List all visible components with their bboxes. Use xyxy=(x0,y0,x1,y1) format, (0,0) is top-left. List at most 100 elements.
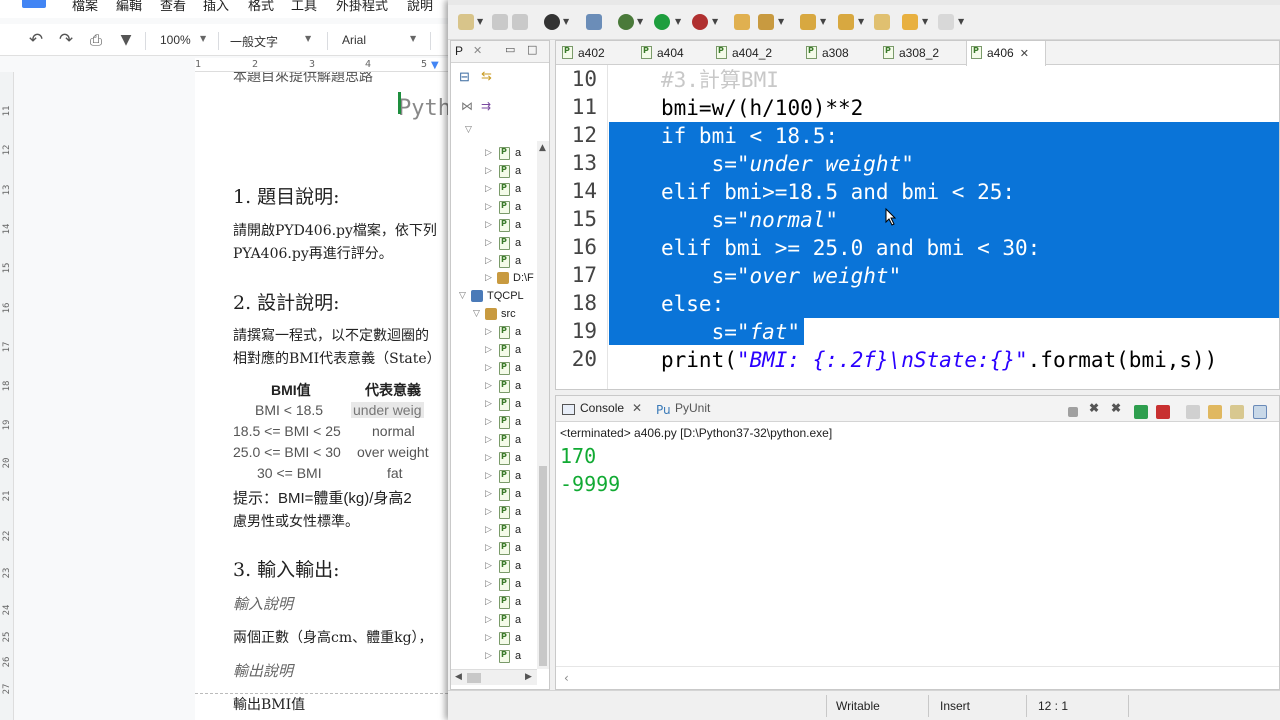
user-icon[interactable] xyxy=(544,14,560,30)
expand-arrow-icon[interactable]: ▷ xyxy=(485,166,492,176)
back-dropdown-icon[interactable]: ▼ xyxy=(922,17,928,26)
scroll-left-icon[interactable]: ◀ xyxy=(455,672,462,682)
expand-arrow-icon[interactable]: ▷ xyxy=(485,561,492,571)
tree-file-item[interactable]: ▷a xyxy=(451,486,537,504)
expand-arrow-icon[interactable]: ▷ xyxy=(485,417,492,427)
clear-console-icon[interactable] xyxy=(1186,405,1200,419)
tab-console[interactable]: Console xyxy=(580,401,624,415)
tree-file-item[interactable]: ▷a xyxy=(451,594,537,612)
expand-arrow-icon[interactable]: ▷ xyxy=(485,220,492,230)
next-annotation-icon[interactable] xyxy=(800,14,816,30)
tree-file-item[interactable]: ▷a xyxy=(451,324,537,342)
coverage-icon[interactable] xyxy=(692,14,708,30)
close-tab-icon[interactable]: ✕ xyxy=(1020,47,1029,60)
stop-icon[interactable] xyxy=(1156,405,1170,419)
tab-a308[interactable]: a308 xyxy=(802,41,872,65)
tab-package-explorer[interactable]: P xyxy=(455,44,463,58)
tree-file-item[interactable]: ▷a xyxy=(451,145,537,163)
font-select[interactable]: Arial xyxy=(342,33,366,47)
close-icon[interactable]: ✕ xyxy=(473,44,482,57)
expand-arrow-icon[interactable]: ▷ xyxy=(485,184,492,194)
expand-arrow-icon[interactable]: ▷ xyxy=(485,238,492,248)
collapse-all-icon[interactable]: ⊟ xyxy=(459,69,470,87)
expand-arrow-icon[interactable]: ▷ xyxy=(485,453,492,463)
tree-file-item[interactable]: ▷a xyxy=(451,612,537,630)
table-cell-selected[interactable]: under weig xyxy=(351,402,424,418)
tools-icon[interactable] xyxy=(758,14,774,30)
new-dropdown-icon[interactable]: ▼ xyxy=(477,17,483,26)
tree-project-item[interactable]: ▽ TQCPL xyxy=(451,288,537,306)
tree-file-item[interactable]: ▷a xyxy=(451,504,537,522)
indent-marker-icon[interactable]: ▼ xyxy=(431,60,439,71)
debug-dropdown-icon[interactable]: ▼ xyxy=(637,17,643,26)
redo-icon[interactable]: ↷ xyxy=(56,30,76,50)
tree-file-item[interactable]: ▷a xyxy=(451,378,537,396)
scroll-left-icon[interactable]: ‹ xyxy=(564,671,569,685)
expand-arrow-icon[interactable]: ▷ xyxy=(485,489,492,499)
relaunch-icon[interactable] xyxy=(1134,405,1148,419)
terminate-icon[interactable] xyxy=(1068,407,1078,417)
remove-all-icon[interactable]: ✖ xyxy=(1111,401,1121,415)
expand-icon[interactable]: ▽ xyxy=(465,125,472,135)
back-icon[interactable] xyxy=(902,14,918,30)
expand-arrow-icon[interactable]: ▷ xyxy=(485,471,492,481)
expand-arrow-icon[interactable]: ▷ xyxy=(485,651,492,661)
package-explorer-hscrollbar[interactable]: ◀ ▶ xyxy=(451,669,537,685)
tree-file-item[interactable]: ▷a xyxy=(451,432,537,450)
expand-arrow-icon[interactable]: ▷ xyxy=(485,381,492,391)
filter-icon[interactable]: ⇉ xyxy=(481,99,491,117)
print-icon[interactable]: ⎙ xyxy=(86,30,106,50)
paint-format-icon[interactable]: ▼ xyxy=(116,30,136,50)
run-icon[interactable] xyxy=(654,14,670,30)
tree-file-item[interactable]: ▷a xyxy=(451,181,537,199)
tree-file-item[interactable]: ▷a xyxy=(451,217,537,235)
user-dropdown-icon[interactable]: ▼ xyxy=(563,17,569,26)
prev-annotation-dropdown-icon[interactable]: ▼ xyxy=(858,17,864,26)
tree-file-item[interactable]: ▷a xyxy=(451,468,537,486)
expand-arrow-icon[interactable]: ▷ xyxy=(485,435,492,445)
tab-a406[interactable]: a406 ✕ xyxy=(966,41,1046,66)
expand-arrow-icon[interactable]: ▷ xyxy=(485,327,492,337)
expand-arrow-icon[interactable]: ▷ xyxy=(485,579,492,589)
hscroll-thumb[interactable] xyxy=(467,673,481,683)
zoom-dropdown-icon[interactable]: ▼ xyxy=(200,34,206,43)
menu-help[interactable]: 說明 xyxy=(407,0,433,14)
menu-insert[interactable]: 插入 xyxy=(203,0,229,14)
tree-file-item[interactable]: ▷a xyxy=(451,414,537,432)
tree-file-item[interactable]: ▷a xyxy=(451,540,537,558)
word-wrap-icon[interactable] xyxy=(1230,405,1244,419)
font-dropdown-icon[interactable]: ▼ xyxy=(410,34,416,43)
console-hscrollbar[interactable]: ‹ xyxy=(556,666,1279,689)
menu-file[interactable]: 檔案 xyxy=(72,0,98,14)
display-console-icon[interactable] xyxy=(1253,405,1267,419)
menu-format[interactable]: 格式 xyxy=(248,0,274,14)
save-all-icon[interactable] xyxy=(512,14,528,30)
package-icon[interactable] xyxy=(586,14,602,30)
tab-a404-2[interactable]: a404_2 xyxy=(712,41,792,65)
remove-launch-icon[interactable]: ✖ xyxy=(1089,401,1099,415)
coverage-dropdown-icon[interactable]: ▼ xyxy=(712,17,718,26)
link-editor-icon[interactable]: ⇆ xyxy=(481,68,492,86)
tree-project-item[interactable]: ▷ D:\F xyxy=(451,270,537,288)
expand-arrow-icon[interactable]: ▷ xyxy=(485,363,492,373)
tree-file-item[interactable]: ▷a xyxy=(451,576,537,594)
open-folder-icon[interactable] xyxy=(734,14,750,30)
menu-tools[interactable]: 工具 xyxy=(291,0,317,14)
menu-addons[interactable]: 外掛程式 xyxy=(336,0,388,14)
expand-arrow-icon[interactable]: ▷ xyxy=(485,615,492,625)
expand-arrow-icon[interactable]: ▷ xyxy=(485,597,492,607)
tree-file-item[interactable]: ▷a xyxy=(451,360,537,378)
expand-arrow-icon[interactable]: ▷ xyxy=(485,256,492,266)
tree-file-item[interactable]: ▷a xyxy=(451,396,537,414)
maximize-icon[interactable]: □ xyxy=(527,43,537,56)
tree-file-item[interactable]: ▷a xyxy=(451,630,537,648)
tree-project-item[interactable]: ▽ src xyxy=(451,306,537,324)
tab-a404[interactable]: a404 xyxy=(637,41,707,65)
tree-file-item[interactable]: ▷a xyxy=(451,450,537,468)
menu-edit[interactable]: 編輯 xyxy=(116,0,142,14)
tree-file-item[interactable]: ▷a xyxy=(451,235,537,253)
tree-file-item[interactable]: ▷a xyxy=(451,163,537,181)
tree-file-item[interactable]: ▷a xyxy=(451,342,537,360)
expand-arrow-icon[interactable]: ▷ xyxy=(485,543,492,553)
debug-icon[interactable] xyxy=(618,14,634,30)
